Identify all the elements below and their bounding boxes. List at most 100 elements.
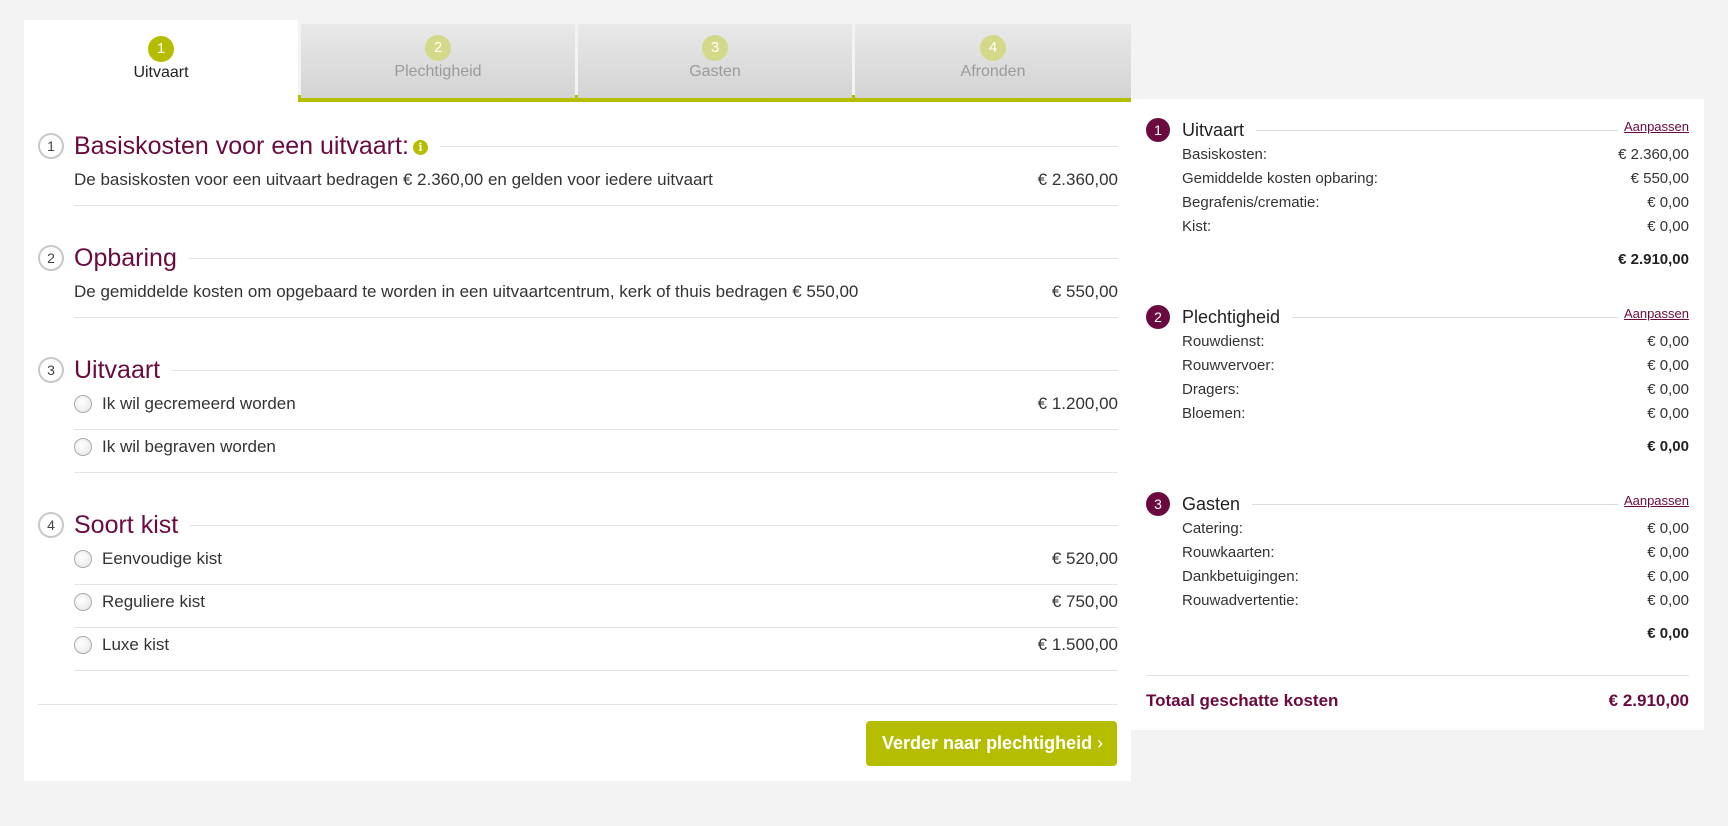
summary-header: 3 Gasten Aanpassen [1146, 491, 1689, 517]
summary-row: Bloemen: € 0,00 [1182, 402, 1689, 426]
option-eenvoudige-kist[interactable]: Eenvoudige kist € 520,00 [74, 542, 1118, 585]
summary-value: € 0,00 [1647, 520, 1689, 537]
edit-link[interactable]: Aanpassen [1617, 119, 1689, 134]
option-label: Eenvoudige kist [102, 549, 223, 568]
radio-button[interactable] [74, 438, 92, 456]
step-number-badge: 1 [148, 36, 174, 62]
cost-amount: € 550,00 [1051, 282, 1118, 301]
section-header: 3 Uitvaart [38, 353, 1118, 387]
option-begrafenis[interactable]: Ik wil begraven worden [74, 430, 1118, 473]
cost-summary: 1 Uitvaart Aanpassen Basiskosten: € 2.360… [1131, 99, 1704, 730]
radio-button[interactable] [74, 550, 92, 568]
section-header: 4 Soort kist [38, 508, 1118, 542]
edit-link[interactable]: Aanpassen [1617, 306, 1689, 321]
summary-row: Kist: € 0,00 [1182, 215, 1689, 239]
summary-subtotal: € 2.910,00 [1618, 251, 1689, 268]
option-amount: € 750,00 [1051, 592, 1118, 611]
radio-button[interactable] [74, 395, 92, 413]
section-title: Soort kist [74, 508, 191, 542]
summary-value: € 0,00 [1647, 544, 1689, 561]
cost-row: De basiskosten voor een uitvaart bedrage… [74, 163, 1118, 206]
grand-total-value: € 2.910,00 [1608, 691, 1689, 710]
section-header: 2 Opbaring [38, 241, 1118, 275]
tab-plechtigheid[interactable]: 2 Plechtigheid [301, 24, 575, 98]
summary-row: Basiskosten: € 2.360,00 [1182, 143, 1689, 167]
section-soort-kist: 4 Soort kist Eenvoudige kist € 520,00 Re… [38, 508, 1118, 671]
chevron-right-icon: › [1097, 733, 1103, 753]
edit-link[interactable]: Aanpassen [1617, 493, 1689, 508]
summary-key: Begrafenis/crematie: [1182, 194, 1320, 211]
summary-subtotal: € 0,00 [1647, 438, 1689, 455]
summary-block-uitvaart: 1 Uitvaart Aanpassen Basiskosten: € 2.360… [1146, 117, 1689, 275]
tab-afronden[interactable]: 4 Afronden [855, 24, 1131, 98]
option-reguliere-kist[interactable]: Reguliere kist € 750,00 [74, 585, 1118, 628]
option-amount: € 520,00 [1051, 549, 1118, 568]
summary-key: Rouwkaarten: [1182, 544, 1275, 561]
section-title: Uitvaart [74, 353, 173, 387]
next-step-label: Verder naar plechtigheid [882, 733, 1093, 753]
summary-key: Dragers: [1182, 381, 1240, 398]
summary-block-plechtigheid: 2 Plechtigheid Aanpassen Rouwdienst: € 0,… [1146, 304, 1689, 462]
summary-step-number: 2 [1146, 305, 1170, 329]
summary-row: Gemiddelde kosten opbaring: € 550,00 [1182, 167, 1689, 191]
summary-value: € 0,00 [1647, 405, 1689, 422]
tab-label: Afronden [960, 63, 1026, 80]
info-icon[interactable]: i [412, 140, 428, 155]
cost-amount: € 2.360,00 [1037, 170, 1118, 189]
divider [74, 258, 1118, 259]
option-crematie[interactable]: Ik wil gecremeerd worden € 1.200,00 [74, 387, 1118, 430]
summary-header: 1 Uitvaart Aanpassen [1146, 117, 1689, 143]
summary-row: Rouwadvertentie: € 0,00 [1182, 589, 1689, 613]
tab-label: Uitvaart [133, 64, 189, 81]
divider [1146, 675, 1689, 676]
option-label: Ik wil gecremeerd worden [102, 394, 296, 413]
section-uitvaart: 3 Uitvaart Ik wil gecremeerd worden € 1.… [38, 353, 1118, 473]
section-number: 4 [38, 512, 64, 538]
tab-uitvaart[interactable]: 1 Uitvaart [24, 20, 298, 102]
summary-header: 2 Plechtigheid Aanpassen [1146, 304, 1689, 330]
section-header: 1 Basiskosten voor een uitvaart: i [38, 129, 1118, 163]
summary-row: Begrafenis/crematie: € 0,00 [1182, 191, 1689, 215]
summary-key: Basiskosten: [1182, 146, 1268, 163]
step-content: 1 Basiskosten voor een uitvaart: i De bas… [24, 102, 1131, 781]
option-label: Reguliere kist [102, 592, 205, 611]
tab-gasten[interactable]: 3 Gasten [578, 24, 852, 98]
summary-key: Rouwdienst: [1182, 333, 1265, 350]
next-step-button[interactable]: Verder naar plechtigheid › [866, 721, 1117, 766]
option-amount: € 1.500,00 [1037, 635, 1118, 654]
summary-value: € 0,00 [1647, 357, 1689, 374]
summary-step-number: 3 [1146, 492, 1170, 516]
summary-value: € 550,00 [1630, 170, 1689, 187]
summary-value: € 0,00 [1647, 194, 1689, 211]
section-number: 2 [38, 245, 64, 271]
summary-row: Rouwkaarten: € 0,00 [1182, 541, 1689, 565]
calculator-panel: 1 Uitvaart 2 Plechtigheid 3 Gasten 4 Afr… [24, 20, 1131, 781]
summary-value: € 0,00 [1647, 381, 1689, 398]
option-luxe-kist[interactable]: Luxe kist € 1.500,00 [74, 628, 1118, 671]
option-label: Luxe kist [102, 635, 170, 654]
tab-label: Plechtigheid [394, 63, 482, 80]
step-tabs: 1 Uitvaart 2 Plechtigheid 3 Gasten 4 Afr… [24, 20, 1131, 102]
section-title: Basiskosten voor een uitvaart: i [74, 129, 440, 163]
tab-label: Gasten [689, 63, 741, 80]
section-basiskosten: 1 Basiskosten voor een uitvaart: i De bas… [38, 129, 1118, 206]
divider [74, 525, 1118, 526]
divider [74, 370, 1118, 371]
summary-key: Dankbetuigingen: [1182, 568, 1299, 585]
cost-description: De gemiddelde kosten om opgebaard te wor… [74, 282, 859, 301]
summary-key: Gemiddelde kosten opbaring: [1182, 170, 1378, 187]
summary-value: € 0,00 [1647, 568, 1689, 585]
summary-key: Rouwvervoer: [1182, 357, 1275, 374]
radio-button[interactable] [74, 636, 92, 654]
summary-title: Plechtigheid [1182, 304, 1293, 330]
summary-value: € 0,00 [1647, 592, 1689, 609]
step-number-badge: 2 [425, 35, 451, 61]
option-amount: € 1.200,00 [1037, 394, 1118, 413]
divider [38, 704, 1118, 705]
summary-key: Catering: [1182, 520, 1243, 537]
summary-title: Gasten [1182, 491, 1253, 517]
summary-key: Kist: [1182, 218, 1212, 235]
summary-block-gasten: 3 Gasten Aanpassen Catering: € 0,00 Rouwk… [1146, 491, 1689, 649]
section-opbaring: 2 Opbaring De gemiddelde kosten om opgeb… [38, 241, 1118, 318]
radio-button[interactable] [74, 593, 92, 611]
